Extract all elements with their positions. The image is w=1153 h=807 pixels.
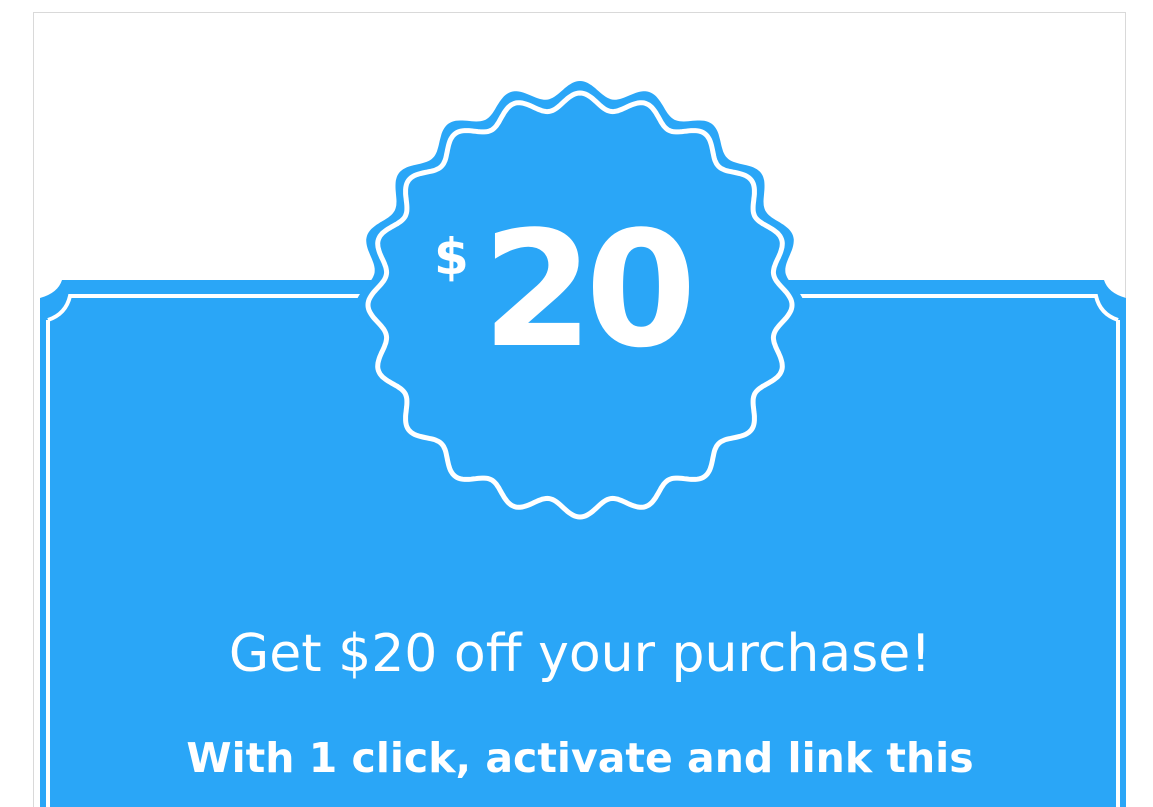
coupon-subline: With 1 click, activate and link this bbox=[186, 734, 974, 782]
coupon-headline: Get $20 off your purchase! bbox=[228, 624, 932, 684]
coupon-amount: $ 20 bbox=[430, 188, 700, 408]
coupon-page: $ 20 Get $20 off your purchase! With 1 c… bbox=[0, 0, 1153, 807]
amount-value: 20 bbox=[482, 196, 697, 383]
currency-symbol: $ bbox=[434, 228, 469, 286]
